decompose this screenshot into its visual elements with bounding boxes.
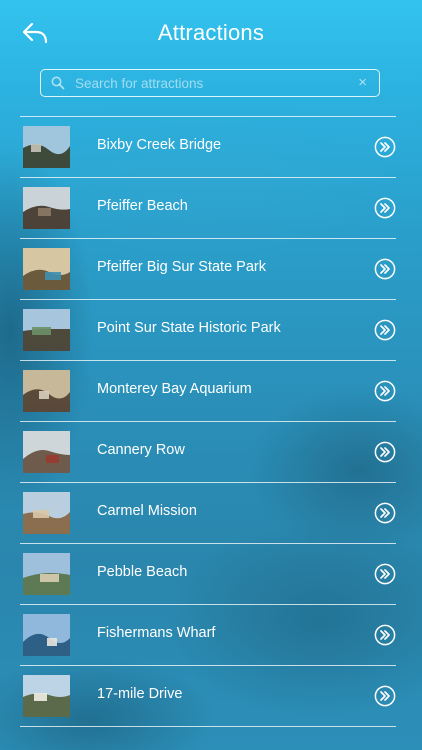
- attraction-thumbnail: [23, 309, 70, 351]
- attraction-thumbnail: [23, 675, 70, 717]
- list-item[interactable]: Monterey Bay Aquarium: [20, 361, 396, 422]
- list-item[interactable]: Pebble Beach: [20, 544, 396, 605]
- attraction-thumbnail: [23, 248, 70, 290]
- attraction-label: Monterey Bay Aquarium: [97, 381, 252, 397]
- attraction-label: Pfeiffer Beach: [97, 198, 188, 214]
- double-chevron-right-icon[interactable]: [374, 624, 396, 646]
- attraction-label: 17-mile Drive: [97, 686, 183, 702]
- attraction-label: Bixby Creek Bridge: [97, 137, 222, 153]
- double-chevron-right-icon[interactable]: [374, 441, 396, 463]
- list-item[interactable]: Pfeiffer Big Sur State Park: [20, 239, 396, 300]
- attraction-thumbnail: [23, 492, 70, 534]
- attractions-list: Bixby Creek Bridge Pfeiffer Beach Pfeiff…: [20, 116, 396, 727]
- attraction-thumbnail: [23, 431, 70, 473]
- attraction-thumbnail: [23, 553, 70, 595]
- page-title: Attractions: [157, 20, 265, 45]
- double-chevron-right-icon[interactable]: [374, 685, 396, 707]
- double-chevron-right-icon[interactable]: [374, 136, 396, 158]
- attraction-label: Pebble Beach: [97, 564, 188, 580]
- attraction-thumbnail: [23, 370, 70, 412]
- attraction-thumbnail: [23, 126, 70, 168]
- attraction-label: Pfeiffer Big Sur State Park: [97, 259, 266, 275]
- attraction-label: Cannery Row: [97, 442, 185, 458]
- double-chevron-right-icon[interactable]: [374, 502, 396, 524]
- double-chevron-right-icon[interactable]: [374, 563, 396, 585]
- attraction-label: Point Sur State Historic Park: [97, 320, 281, 336]
- list-item[interactable]: Bixby Creek Bridge: [20, 117, 396, 178]
- clear-search-icon[interactable]: ×: [358, 74, 367, 92]
- attraction-label: Carmel Mission: [97, 503, 197, 519]
- list-item[interactable]: Fishermans Wharf: [20, 605, 396, 666]
- header-bar: Attractions: [0, 0, 422, 66]
- list-item[interactable]: Pfeiffer Beach: [20, 178, 396, 239]
- double-chevron-right-icon[interactable]: [374, 380, 396, 402]
- list-item[interactable]: Cannery Row: [20, 422, 396, 483]
- attraction-label: Fishermans Wharf: [97, 625, 216, 641]
- double-chevron-right-icon[interactable]: [374, 319, 396, 341]
- double-chevron-right-icon[interactable]: [374, 258, 396, 280]
- search-bar[interactable]: ×: [40, 69, 380, 97]
- search-input[interactable]: [75, 72, 345, 94]
- attraction-thumbnail: [23, 187, 70, 229]
- list-item[interactable]: Carmel Mission: [20, 483, 396, 544]
- list-item[interactable]: 17-mile Drive: [20, 666, 396, 727]
- list-item[interactable]: Point Sur State Historic Park: [20, 300, 396, 361]
- double-chevron-right-icon[interactable]: [374, 197, 396, 219]
- search-icon: [51, 76, 65, 90]
- attraction-thumbnail: [23, 614, 70, 656]
